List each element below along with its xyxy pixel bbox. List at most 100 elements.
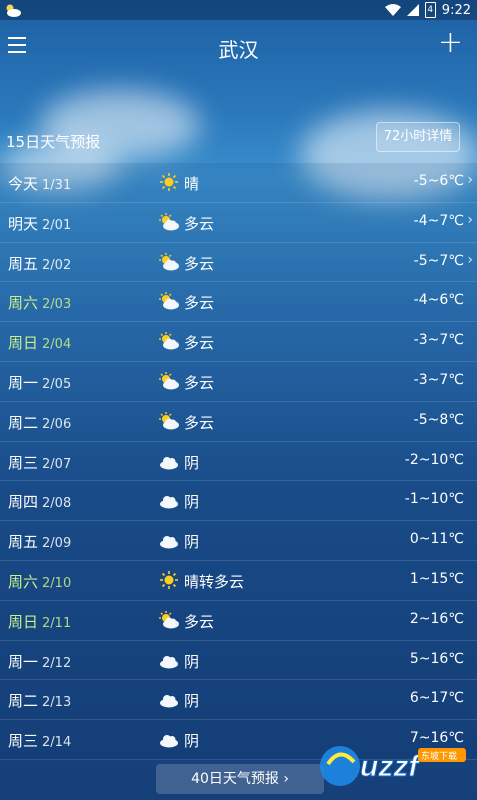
forecast-row: 周二 2/06 多云 -5~8℃ [0, 401, 477, 442]
day-label: 周六 2/10 [8, 571, 71, 592]
date-text: 2/13 [42, 695, 72, 711]
forecast-row: 周一 2/12 阴 5~16℃ [0, 640, 477, 681]
date-text: 2/12 [42, 655, 72, 671]
partly-cloudy-icon [158, 610, 180, 630]
forecast-row: 周五 2/09 阴 0~11℃ [0, 521, 477, 561]
chevron-right-icon[interactable]: › [467, 212, 473, 228]
condition-text: 阴 [184, 453, 200, 472]
weekday-text: 明天 [8, 214, 39, 233]
battery-icon: 4 [424, 2, 436, 18]
weekday-text: 周六 [8, 294, 39, 313]
status-bar: 4 9:22 [0, 0, 477, 20]
temperature-range: -4~7℃ [413, 212, 464, 229]
partly-cloudy-icon [158, 371, 180, 391]
weekday-text: 周三 [8, 732, 39, 751]
weekday-text: 周二 [8, 413, 39, 432]
temperature-range: -2~10℃ [404, 451, 464, 468]
chevron-right-icon[interactable]: › [467, 252, 473, 268]
weekday-text: 周四 [8, 493, 39, 512]
weekday-text: 周六 [8, 572, 39, 591]
day-label: 明天 2/01 [8, 213, 71, 234]
date-text: 2/07 [42, 456, 72, 472]
app-header: 武汉 + [0, 20, 477, 76]
forecast-row[interactable]: 今天 1/31 晴 -5~6℃ › [0, 163, 477, 203]
forecast-row[interactable]: 明天 2/01 多云 -4~7℃ › [0, 202, 477, 243]
forecast-title: 15日天气预报 [6, 133, 101, 151]
temperature-range: -5~6℃ [413, 173, 464, 189]
temperature-range: -1~10℃ [404, 491, 464, 508]
day-label: 周一 2/05 [8, 372, 71, 393]
hourly-detail-button[interactable]: 72小时详情 [376, 122, 460, 152]
cloud-icon [158, 650, 180, 670]
day-label: 周六 2/03 [8, 292, 71, 313]
day-label: 周三 2/07 [8, 452, 71, 473]
partly-cloudy-icon [158, 291, 180, 311]
condition-text: 多云 [184, 254, 215, 273]
status-right: 4 9:22 [384, 0, 471, 20]
forecast-row: 周六 2/10 晴转多云 1~15℃ [0, 560, 477, 601]
forecast-row: 周日 2/11 多云 2~16℃ [0, 600, 477, 641]
weekday-text: 周一 [8, 652, 39, 671]
forecast-row: 周二 2/13 阴 6~17℃ [0, 680, 477, 721]
temperature-range: 2~16℃ [409, 610, 464, 627]
date-text: 2/05 [42, 376, 72, 392]
condition-text: 阴 [184, 732, 200, 751]
day-label: 周五 2/02 [8, 253, 71, 274]
day-label: 周日 2/11 [8, 611, 71, 632]
sun-icon [158, 172, 180, 192]
temperature-range: 1~15℃ [409, 570, 464, 587]
day-label: 周日 2/04 [8, 332, 71, 353]
cloud-icon [158, 530, 180, 550]
clock-time: 9:22 [441, 2, 471, 18]
temperature-range: -3~7℃ [413, 332, 464, 349]
condition-text: 阴 [184, 652, 200, 671]
temperature-range: -3~7℃ [413, 371, 464, 388]
day-label: 周二 2/06 [8, 412, 71, 433]
forecast-row: 周六 2/03 多云 -4~6℃ [0, 282, 477, 323]
cloud-icon [158, 729, 180, 749]
weekday-text: 周二 [8, 692, 39, 711]
date-text: 2/06 [42, 416, 72, 432]
condition-text: 多云 [184, 334, 215, 353]
date-text: 2/10 [42, 575, 72, 591]
condition-text: 阴 [184, 533, 200, 552]
date-text: 2/02 [42, 257, 72, 273]
temperature-range: 0~11℃ [409, 531, 464, 548]
weekday-text: 周日 [8, 334, 39, 353]
uzzf-logo: uzzf 东坡下载 [320, 746, 466, 786]
signal-icon [406, 4, 419, 16]
cloud-icon [158, 689, 180, 709]
temperature-range: -5~7℃ [413, 252, 464, 269]
condition-text: 多云 [184, 612, 215, 631]
svg-text:东坡下载: 东坡下载 [421, 750, 457, 762]
chevron-right-icon[interactable]: › [467, 172, 473, 188]
weekday-text: 周五 [8, 533, 39, 552]
weekday-text: 周五 [8, 254, 39, 273]
condition-text: 多云 [184, 373, 215, 392]
forecast-row[interactable]: 周五 2/02 多云 -5~7℃ › [0, 242, 477, 283]
day-label: 周三 2/14 [8, 730, 71, 751]
city-title: 武汉 [218, 38, 259, 62]
condition-text: 多云 [184, 294, 215, 313]
day-label: 今天 1/31 [8, 173, 71, 194]
day-label: 周四 2/08 [8, 491, 71, 512]
temperature-range: 5~16℃ [409, 650, 464, 667]
partly-cloudy-icon [158, 212, 180, 232]
date-text: 2/08 [42, 496, 72, 512]
forecast-row: 周四 2/08 阴 -1~10℃ [0, 481, 477, 522]
partly-cloudy-icon [158, 411, 180, 431]
condition-text: 多云 [184, 413, 215, 432]
weather-status-icon [6, 4, 21, 17]
forty-day-forecast-button[interactable]: 40日天气预报 › [156, 764, 324, 794]
partly-cloudy-icon [158, 331, 180, 351]
weekday-text: 周一 [8, 373, 39, 392]
add-city-icon[interactable]: + [438, 28, 463, 58]
temperature-range: -4~6℃ [413, 292, 464, 309]
cloud-icon [158, 451, 180, 471]
forecast-row: 周一 2/05 多云 -3~7℃ [0, 361, 477, 402]
day-label: 周一 2/12 [8, 651, 71, 672]
date-text: 2/09 [42, 536, 72, 552]
date-text: 1/31 [42, 178, 72, 193]
date-text: 2/04 [42, 337, 72, 353]
weekday-text: 今天 [8, 175, 39, 193]
